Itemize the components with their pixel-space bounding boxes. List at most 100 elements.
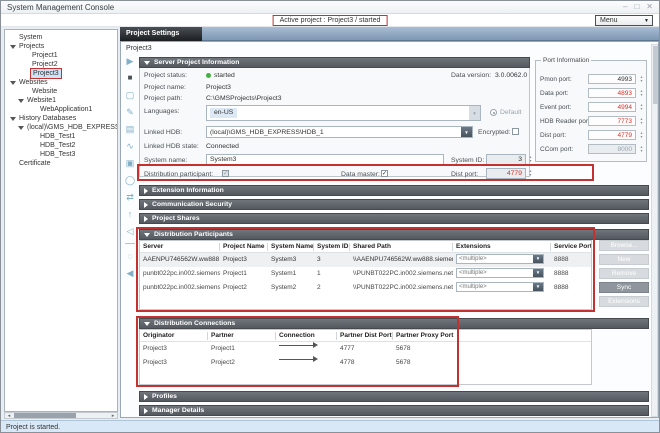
history-icon[interactable]: ◌: [127, 251, 132, 261]
tree-item-project2[interactable]: Project2: [5, 60, 117, 69]
tree-expander-icon[interactable]: [10, 117, 16, 121]
scroll-right-icon[interactable]: ▸: [109, 413, 117, 419]
tree-item-local-hdb-express[interactable]: (local)\GMS_HDB_EXPRESS: [5, 123, 117, 132]
tree-expander-icon[interactable]: [18, 126, 24, 130]
stop-icon[interactable]: ■: [128, 73, 133, 83]
dist-port-spinner[interactable]: 4779: [486, 168, 526, 179]
tree-item-history-databases[interactable]: History Databases: [5, 114, 117, 123]
chevron-down-icon[interactable]: ▼: [469, 106, 480, 120]
system-name-input[interactable]: System3: [206, 154, 444, 165]
chevron-down-icon[interactable]: ▼: [461, 127, 472, 137]
vertical-scrollbar[interactable]: [651, 44, 658, 417]
maximize-icon[interactable]: □: [634, 2, 639, 11]
menu-dropdown[interactable]: Menu ▼: [595, 15, 653, 26]
chevron-down-icon[interactable]: ▼: [533, 255, 543, 263]
dist-port-spinner[interactable]: 4779: [588, 130, 636, 140]
tab-project-settings[interactable]: Project Settings: [120, 27, 202, 41]
data-master-checkbox[interactable]: ✓: [381, 170, 388, 177]
tree-horizontal-scrollbar[interactable]: ◂ ▸: [4, 412, 118, 419]
section-communication-security[interactable]: Communication Security: [139, 199, 649, 210]
tree-expander-icon[interactable]: [18, 99, 24, 103]
panel-icon[interactable]: ▤: [126, 124, 135, 134]
tree-item-projects[interactable]: Projects: [5, 42, 117, 51]
spin-down-icon[interactable]: ▾: [640, 79, 642, 83]
distribution-connections-table: Originator Partner Connection Partner Di…: [139, 329, 592, 385]
project-status-label: Project status:: [144, 72, 187, 79]
tree-item-project1[interactable]: Project1: [5, 51, 117, 60]
extensions-dropdown[interactable]: <multiple> ▼: [456, 268, 544, 278]
scrollbar-thumb[interactable]: [653, 46, 658, 104]
hdb-reader-port-spinner[interactable]: 7773: [588, 116, 636, 126]
tree-item-system[interactable]: System: [5, 33, 117, 42]
extensions-button[interactable]: Extensions: [599, 296, 649, 307]
tree-item-certificate[interactable]: Certificate: [5, 159, 117, 168]
spin-down-icon[interactable]: ▾: [640, 121, 642, 125]
section-manager-details[interactable]: Manager Details: [139, 405, 649, 416]
activity-icon[interactable]: ∿: [126, 141, 134, 151]
event-port-spinner[interactable]: 4994: [588, 102, 636, 112]
tree-item-project3-selected[interactable]: Project3: [5, 69, 117, 78]
share-icon[interactable]: ⇄: [126, 192, 134, 202]
section-project-shares[interactable]: Project Shares: [139, 213, 649, 224]
spin-down-icon[interactable]: ▾: [640, 107, 642, 111]
new-document-icon[interactable]: ▢: [126, 90, 135, 100]
save-icon[interactable]: ▣: [126, 158, 135, 168]
tree-item-website1[interactable]: Website1: [5, 96, 117, 105]
pmon-port-spinner[interactable]: 4993: [588, 74, 636, 84]
back-icon[interactable]: ◀: [127, 268, 134, 278]
scrollbar-thumb[interactable]: [14, 413, 76, 418]
table-row[interactable]: Project3 Project1 4777 5678: [140, 342, 591, 356]
minimize-icon[interactable]: –: [623, 2, 627, 11]
sync-button[interactable]: Sync: [599, 282, 649, 293]
section-profiles[interactable]: Profiles: [139, 391, 649, 402]
languages-listbox[interactable]: en-US ▼: [206, 105, 481, 121]
encrypted-checkbox[interactable]: [512, 128, 519, 135]
distribution-participant-checkbox[interactable]: ✓: [222, 170, 229, 177]
tree-item-hdb-test1[interactable]: HDB_Test1: [5, 132, 117, 141]
close-icon[interactable]: ✕: [646, 2, 653, 11]
spin-down-icon: ▾: [640, 149, 642, 153]
linked-hdb-label: Linked HDB:: [144, 129, 182, 136]
language-item[interactable]: en-US: [210, 108, 237, 118]
spin-down-icon[interactable]: ▾: [640, 135, 642, 139]
table-row[interactable]: AAENPU746562W.ww888 Project3 System3 3 \…: [140, 253, 591, 267]
system-id-spinner[interactable]: 3: [486, 154, 526, 165]
section-distribution-participants[interactable]: Distribution Participants: [139, 229, 649, 240]
default-language-radio[interactable]: [490, 109, 497, 116]
section-extension-information[interactable]: Extension Information: [139, 185, 649, 196]
linked-hdb-combo[interactable]: (local)\GMS_HDB_EXPRESS\HDB_1 ▼: [206, 126, 473, 138]
new-button[interactable]: New: [599, 254, 649, 265]
section-server-project-information[interactable]: Server Project Information: [139, 57, 530, 68]
spin-down-icon[interactable]: ▾: [529, 173, 531, 177]
tree-item-hdb-test2[interactable]: HDB_Test2: [5, 141, 117, 150]
refresh-icon[interactable]: ◯: [125, 175, 135, 185]
data-port-spinner[interactable]: 4893: [588, 88, 636, 98]
extensions-dropdown[interactable]: <multiple> ▼: [456, 282, 544, 292]
announce-icon[interactable]: ◁: [127, 226, 134, 236]
upload-icon[interactable]: ↑: [128, 209, 133, 219]
tree-expander-icon[interactable]: [10, 45, 16, 49]
tree-item-websites[interactable]: Websites: [5, 78, 117, 87]
remove-button[interactable]: Remove: [599, 268, 649, 279]
menu-bar: Active project : Project3 / started Menu…: [1, 14, 659, 27]
table-row[interactable]: punbt022pc.in002.siemens.net Project2 Sy…: [140, 281, 591, 295]
spin-down-icon[interactable]: ▾: [640, 93, 642, 97]
project-toolbar: ▶ ■ ▢ ✎ ▤ ∿ ▣ ◯ ⇄ ↑ ◁ ◌ ◀: [123, 56, 137, 278]
tree-item-hdb-test3[interactable]: HDB_Test3: [5, 150, 117, 159]
chevron-down-icon[interactable]: ▼: [533, 283, 543, 291]
tree-expander-icon[interactable]: [10, 81, 16, 85]
tree-item-webapplication1[interactable]: WebApplication1: [5, 105, 117, 114]
table-row[interactable]: Project3 Project2 4778 5678: [140, 356, 591, 370]
tree-item-website[interactable]: Website: [5, 87, 117, 96]
play-icon[interactable]: ▶: [127, 56, 134, 66]
spin-down-icon[interactable]: ▾: [529, 159, 531, 163]
edit-icon[interactable]: ✎: [126, 107, 134, 117]
collapse-icon: [144, 61, 150, 65]
section-distribution-connections[interactable]: Distribution Connections: [139, 318, 649, 329]
data-master-label: Data master:: [341, 171, 380, 178]
extensions-dropdown[interactable]: <multiple> ▼: [456, 254, 544, 264]
table-row[interactable]: punbt022pc.in002.siemens.net Project1 Sy…: [140, 267, 591, 281]
chevron-down-icon[interactable]: ▼: [533, 269, 543, 277]
browse-button[interactable]: Browse...: [599, 240, 649, 251]
scroll-left-icon[interactable]: ◂: [5, 413, 13, 419]
